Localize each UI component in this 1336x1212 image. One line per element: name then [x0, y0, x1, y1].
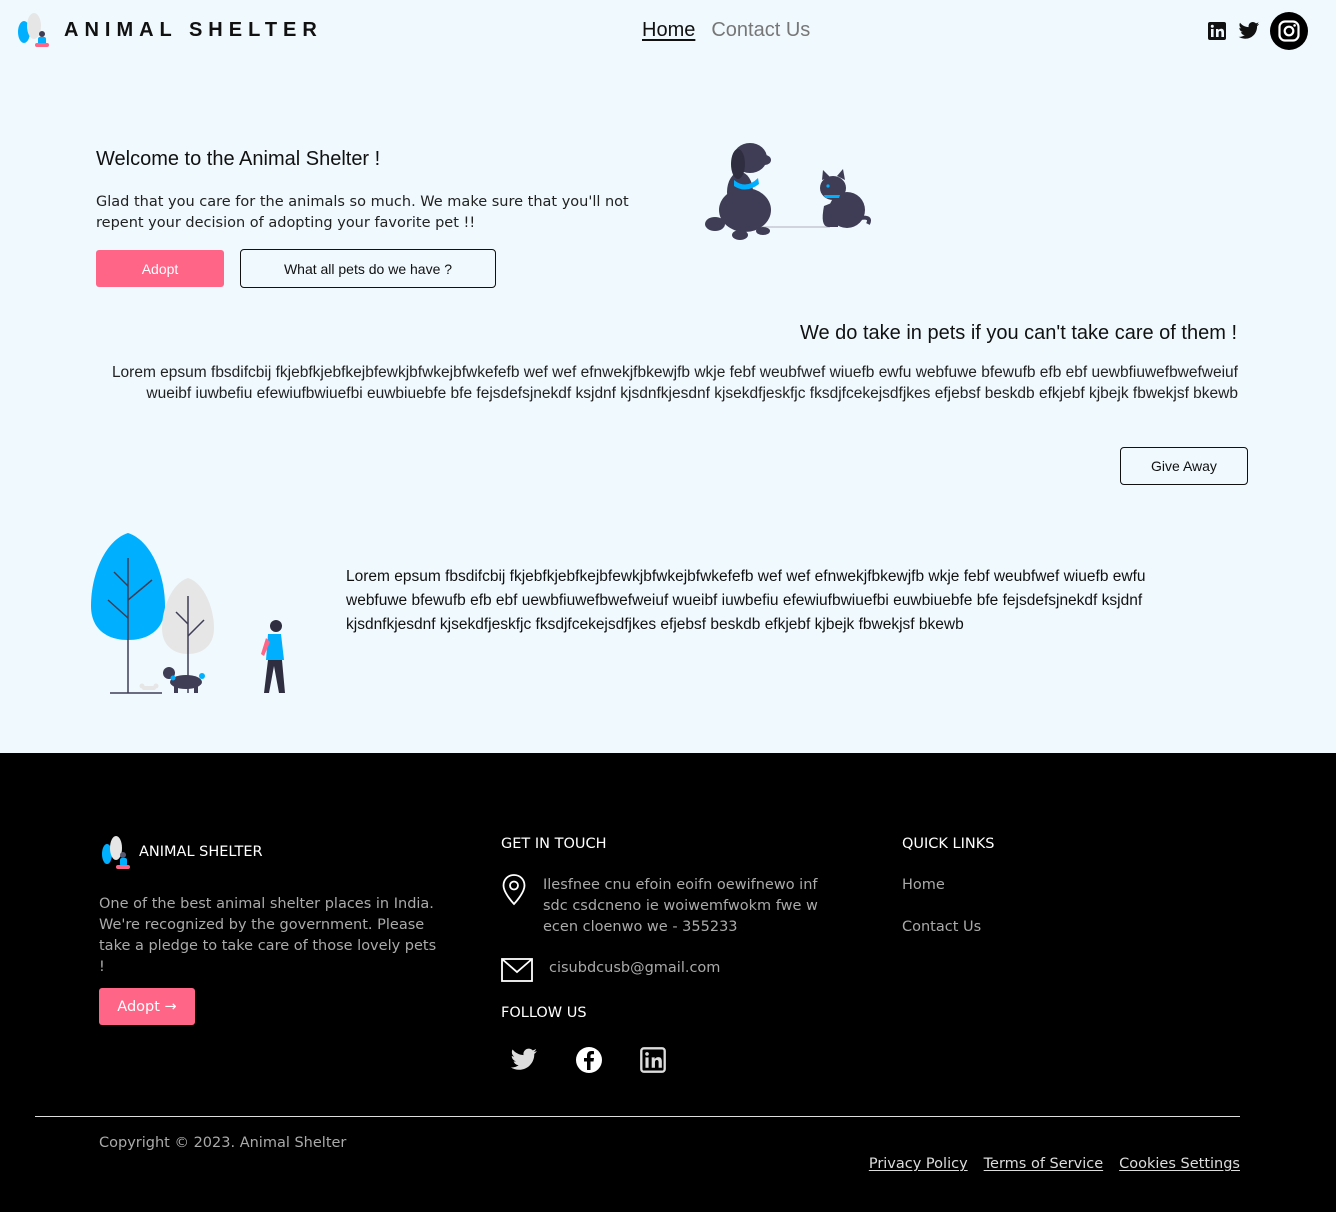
give-away-button[interactable]: Give Away: [1120, 447, 1248, 485]
twitter-icon[interactable]: [509, 1045, 539, 1075]
walk-description: Lorem epsum fbsdifcbij fkjebfkjebfkejbfe…: [346, 568, 1146, 633]
location-pin-icon: [502, 874, 526, 906]
instagram-icon[interactable]: [1270, 12, 1308, 50]
get-in-touch-heading: GET IN TOUCH: [501, 836, 607, 852]
main-nav: Home Contact Us: [642, 19, 810, 42]
footer: ANIMAL SHELTER One of the best animal sh…: [0, 753, 1336, 1212]
giveaway-title: We do take in pets if you can't take car…: [799, 322, 1237, 344]
footer-email-link[interactable]: cisubdcusb@gmail.com: [549, 960, 720, 976]
view-pets-button[interactable]: What all pets do we have ?: [240, 249, 496, 288]
giveaway-description: Lorem epsum fbsdifcbij fkjebfkjebfkejbfe…: [111, 364, 1238, 402]
quick-links-heading: QUICK LINKS: [902, 836, 995, 852]
footer-brand-name: ANIMAL SHELTER: [139, 844, 263, 860]
adopt-button[interactable]: Adopt: [96, 250, 224, 287]
footer-adopt-button[interactable]: Adopt →: [99, 988, 195, 1025]
cookies-settings-link[interactable]: Cookies Settings: [1119, 1156, 1240, 1172]
nav-link-home[interactable]: Home: [642, 19, 695, 42]
quick-link-home[interactable]: Home: [902, 877, 945, 893]
navbar: ANIMAL SHELTER Home Contact Us: [0, 0, 1336, 62]
hero-title: Welcome to the Animal Shelter !: [96, 148, 381, 170]
brand-name: ANIMAL SHELTER: [64, 18, 323, 41]
brand[interactable]: ANIMAL SHELTER: [14, 10, 323, 50]
footer-divider: [35, 1116, 1240, 1117]
footer-brand[interactable]: ANIMAL SHELTER: [99, 833, 263, 871]
footer-about: One of the best animal shelter places in…: [99, 896, 437, 975]
shelter-logo-icon: [18, 13, 49, 47]
nav-socials: [1206, 12, 1308, 50]
facebook-icon[interactable]: [574, 1045, 604, 1075]
linkedin-icon[interactable]: [638, 1045, 668, 1075]
legal-links: Privacy Policy Terms of Service Cookies …: [869, 1156, 1240, 1172]
dog-and-cat-illustration: [705, 143, 871, 240]
email-icon: [501, 958, 533, 982]
dog-walk-illustration: [91, 533, 285, 694]
copyright-text: Copyright © 2023. Animal Shelter: [99, 1135, 347, 1151]
footer-address: Ilesfnee cnu efoin eoifn oewifnewo inf s…: [543, 877, 818, 935]
hero-description: Glad that you care for the animals so mu…: [96, 194, 629, 231]
follow-us-heading: FOLLOW US: [501, 1005, 587, 1021]
terms-of-service-link[interactable]: Terms of Service: [984, 1156, 1103, 1172]
linkedin-icon[interactable]: [1206, 20, 1228, 42]
nav-link-contact[interactable]: Contact Us: [711, 19, 810, 42]
twitter-icon[interactable]: [1238, 20, 1260, 42]
privacy-policy-link[interactable]: Privacy Policy: [869, 1156, 968, 1172]
shelter-logo-icon: [102, 836, 130, 869]
quick-link-contact[interactable]: Contact Us: [902, 919, 981, 935]
